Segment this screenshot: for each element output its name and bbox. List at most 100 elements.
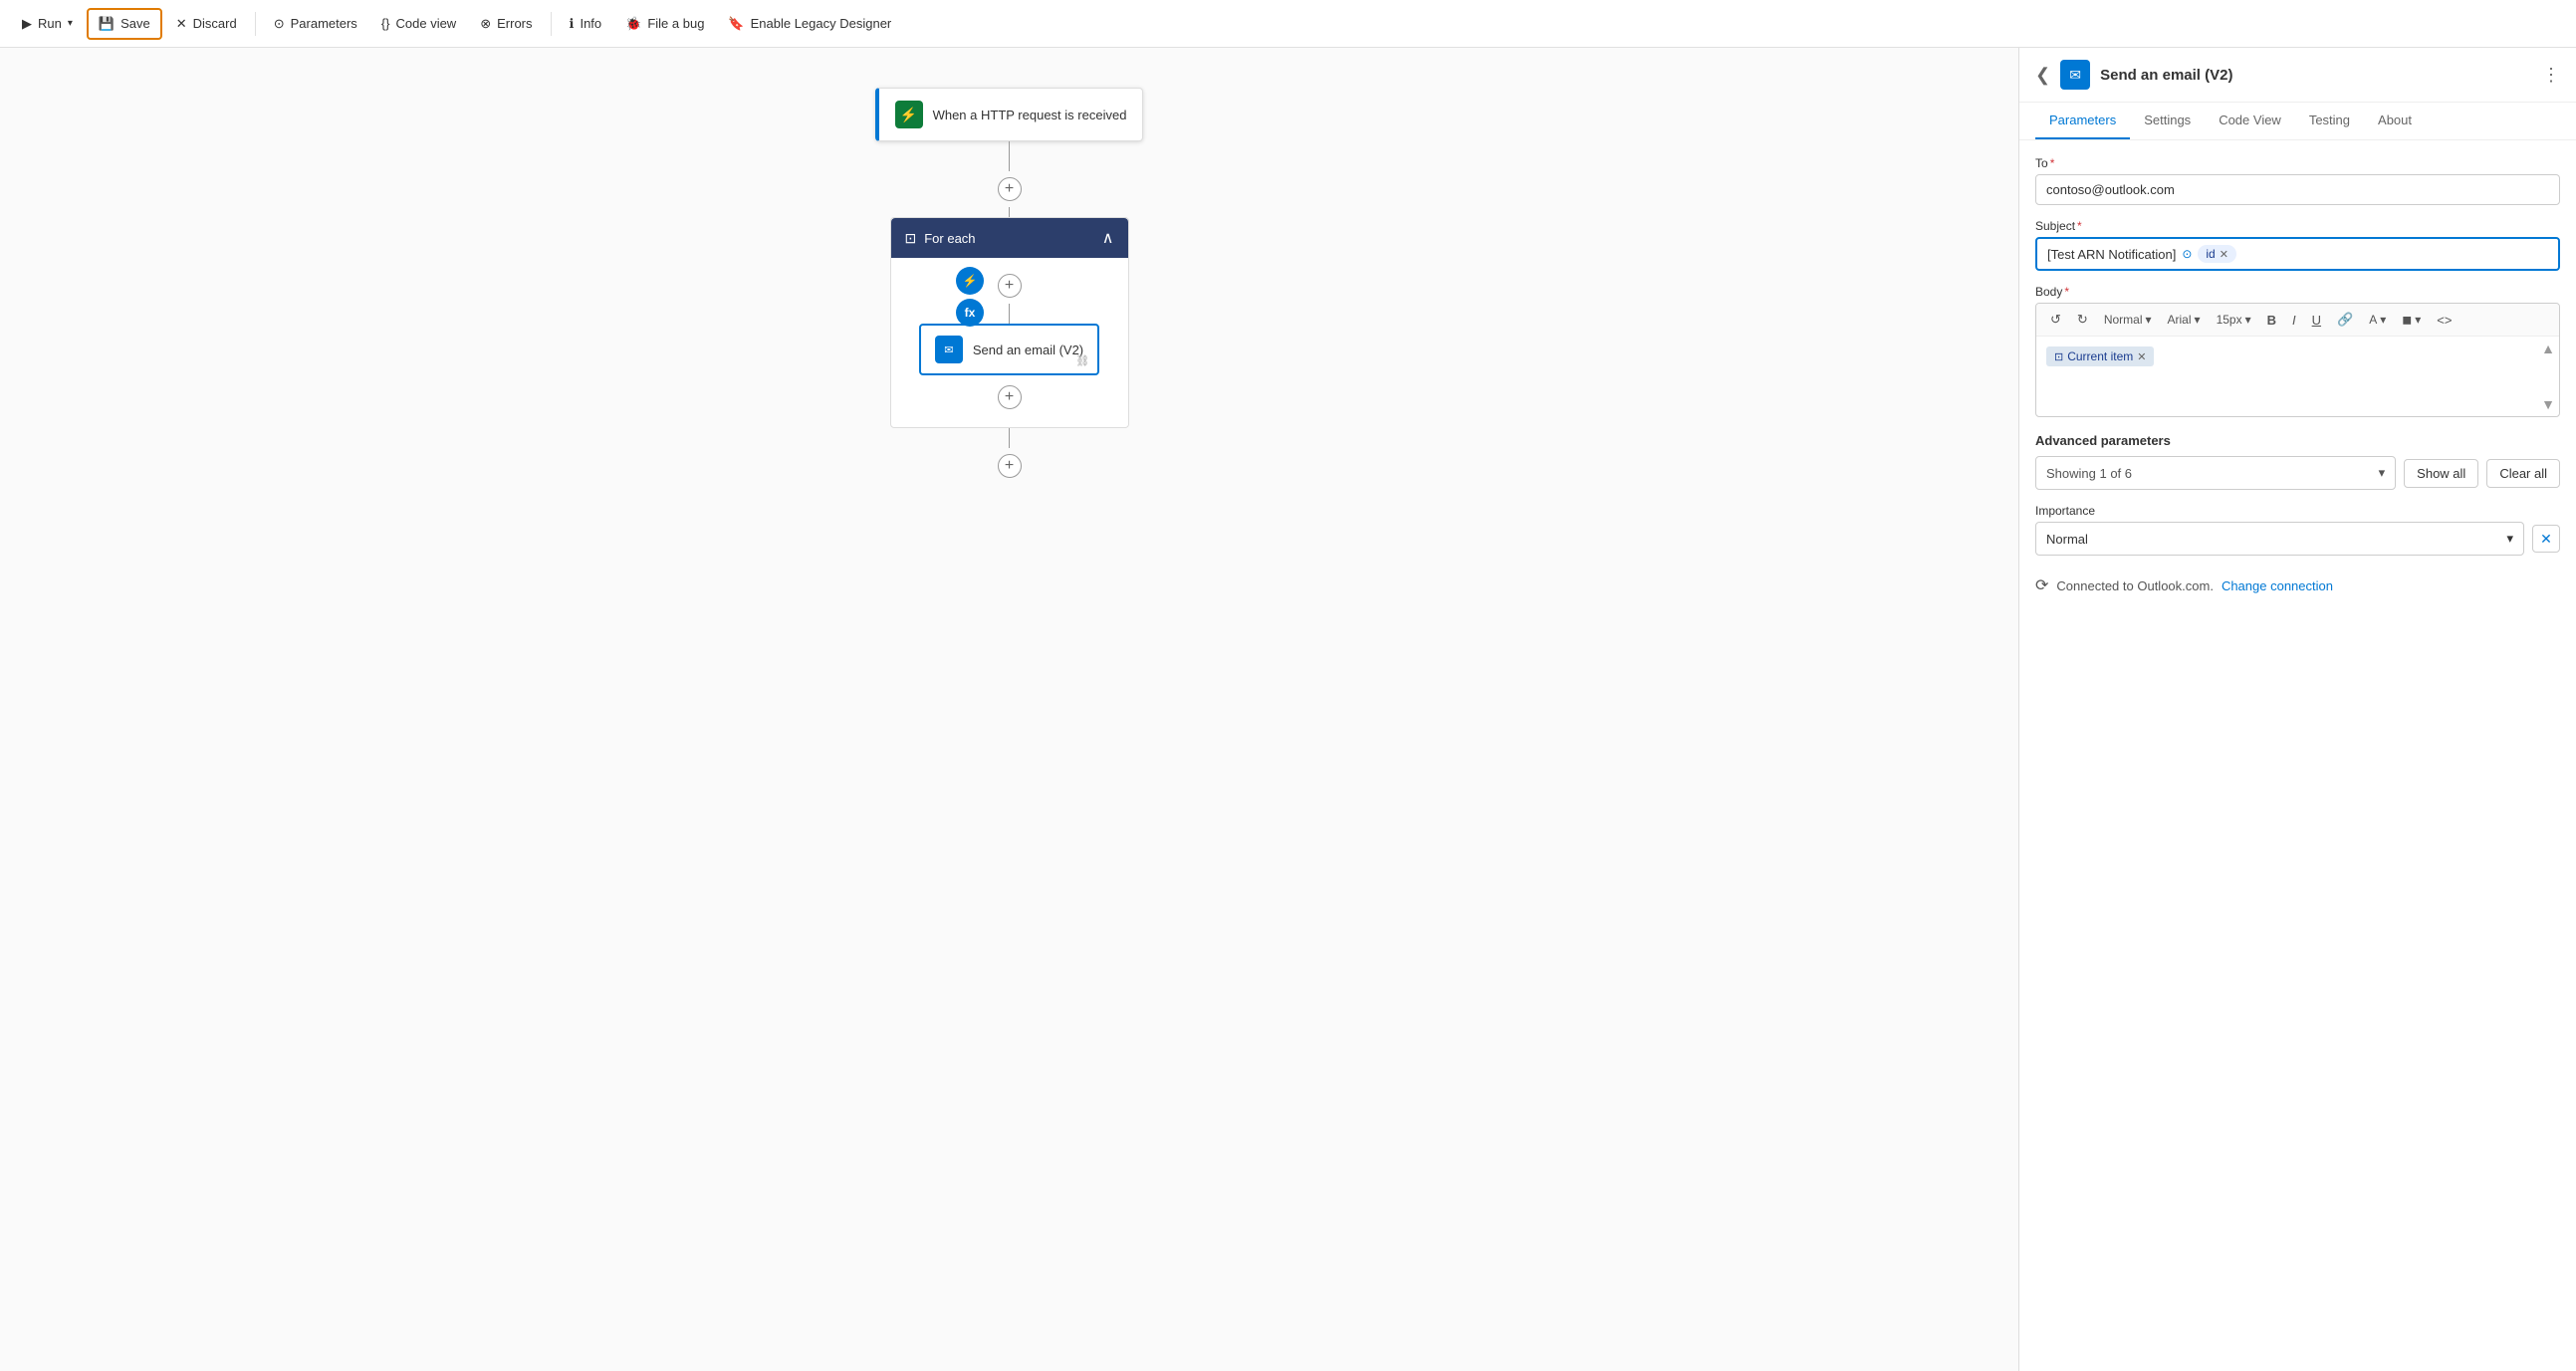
code-view-button[interactable]: {} Code view <box>371 10 466 37</box>
legacy-designer-button[interactable]: 🔖 Enable Legacy Designer <box>718 10 901 38</box>
add-button-inside-top[interactable]: + <box>998 274 1022 298</box>
importance-chevron-icon: ▾ <box>2506 531 2513 547</box>
foreach-icon: ⊡ <box>905 230 917 247</box>
to-required-marker: * <box>2050 156 2055 170</box>
run-icon: ▶ <box>22 16 32 32</box>
body-content[interactable]: ⊡ Current item ✕ ▲ ▼ <box>2036 337 2559 416</box>
body-current-item-chip: ⊡ Current item ✕ <box>2046 346 2154 366</box>
legacy-icon: 🔖 <box>728 16 744 32</box>
expression-button[interactable]: ⚡ <box>956 267 984 295</box>
connector-2 <box>1009 207 1010 217</box>
bug-icon: 🐞 <box>625 16 641 32</box>
function-button[interactable]: fx <box>956 299 984 327</box>
trigger-flow-node: ⚡ When a HTTP request is received <box>875 88 1144 141</box>
importance-clear-button[interactable]: ✕ <box>2532 525 2560 553</box>
link-icon: ⛓ <box>1075 354 1089 367</box>
connector-bottom <box>1009 428 1010 448</box>
link-button[interactable]: 🔗 <box>2331 310 2359 330</box>
errors-icon: ⊗ <box>480 16 491 32</box>
foreach-collapse-icon[interactable]: ∧ <box>1102 228 1114 248</box>
scroll-up-icon[interactable]: ▲ <box>2541 341 2555 356</box>
italic-button[interactable]: I <box>2286 311 2302 330</box>
panel-tabs: Parameters Settings Code View Testing Ab… <box>2019 103 2576 140</box>
adv-params-chevron-icon: ▾ <box>2379 465 2386 481</box>
style-dropdown[interactable]: Normal ▾ <box>2098 311 2158 329</box>
action-node-box[interactable]: ✉ Send an email (V2) ⛓ <box>919 324 1099 375</box>
show-all-button[interactable]: Show all <box>2404 459 2478 488</box>
tab-parameters[interactable]: Parameters <box>2035 103 2130 139</box>
subject-chip-icon: ⊙ <box>2182 247 2192 261</box>
subject-id-chip: id ✕ <box>2198 245 2236 263</box>
parameters-button[interactable]: ⊙ Parameters <box>264 10 367 38</box>
body-required-marker: * <box>2064 285 2069 299</box>
errors-button[interactable]: ⊗ Errors <box>470 10 542 38</box>
add-button-inside-bottom[interactable]: + <box>998 385 1022 409</box>
trigger-node-label: When a HTTP request is received <box>933 108 1127 122</box>
discard-button[interactable]: ✕ Discard <box>166 10 247 38</box>
to-label: To * <box>2035 156 2560 170</box>
body-chip-close-icon[interactable]: ✕ <box>2137 350 2146 363</box>
clear-all-button[interactable]: Clear all <box>2486 459 2560 488</box>
panel-header: ❮ ✉ Send an email (V2) ⋮ <box>2019 48 2576 103</box>
subject-required-marker: * <box>2077 219 2082 233</box>
connection-row: ⟳ Connected to Outlook.com. Change conne… <box>2035 575 2560 595</box>
importance-row: Normal ▾ ✕ <box>2035 522 2560 556</box>
connection-icon: ⟳ <box>2035 575 2048 595</box>
advanced-params-section: Advanced parameters Showing 1 of 6 ▾ Sho… <box>2035 433 2560 490</box>
font-dropdown[interactable]: Arial ▾ <box>2162 311 2207 329</box>
foreach-header[interactable]: ⊡ For each ∧ <box>891 218 1128 258</box>
size-chevron-icon: ▾ <box>2245 313 2251 327</box>
add-button-1[interactable]: + <box>998 177 1022 201</box>
subject-label: Subject * <box>2035 219 2560 233</box>
save-button[interactable]: 💾 Save <box>87 8 162 40</box>
tab-testing[interactable]: Testing <box>2295 103 2364 139</box>
importance-label: Importance <box>2035 504 2560 518</box>
font-color-dropdown[interactable]: A▾ <box>2363 311 2392 329</box>
bold-button[interactable]: B <box>2261 311 2282 330</box>
highlight-dropdown[interactable]: ◼▾ <box>2396 311 2427 329</box>
importance-section: Importance Normal ▾ ✕ <box>2035 504 2560 556</box>
trigger-node-box[interactable]: ⚡ When a HTTP request is received <box>875 88 1144 141</box>
highlight-chevron-icon: ▾ <box>2415 313 2421 327</box>
panel-body: To * Subject * [Test ARN Notification] ⊙… <box>2019 140 2576 1371</box>
underline-button[interactable]: U <box>2306 311 2327 330</box>
connector-inside <box>1009 304 1010 324</box>
discard-icon: ✕ <box>176 16 187 32</box>
scroll-down-icon[interactable]: ▼ <box>2541 396 2555 412</box>
to-input[interactable] <box>2035 174 2560 205</box>
foreach-body: + ✉ Send an email (V2) ⛓ + <box>891 258 1128 427</box>
subject-input[interactable]: [Test ARN Notification] ⊙ id ✕ <box>2035 237 2560 271</box>
panel-collapse-btn[interactable]: ❮ <box>2035 65 2050 86</box>
tab-settings[interactable]: Settings <box>2130 103 2205 139</box>
panel-more-icon[interactable]: ⋮ <box>2542 65 2560 86</box>
canvas[interactable]: ⚡ When a HTTP request is received + ⊡ Fo… <box>0 48 2018 1371</box>
subject-text: [Test ARN Notification] <box>2047 247 2176 262</box>
panel-title: Send an email (V2) <box>2100 67 2532 84</box>
canvas-content: ⚡ When a HTTP request is received + ⊡ Fo… <box>711 48 1308 524</box>
advanced-params-label: Advanced parameters <box>2035 433 2560 448</box>
right-panel: ❮ ✉ Send an email (V2) ⋮ Parameters Sett… <box>2018 48 2576 1371</box>
size-dropdown[interactable]: 15px ▾ <box>2211 311 2257 329</box>
foreach-label: For each <box>924 231 975 246</box>
redo-button[interactable]: ↻ <box>2071 310 2094 330</box>
body-editor: ↺ ↻ Normal ▾ Arial ▾ 15px ▾ <box>2035 303 2560 417</box>
connector-1 <box>1009 141 1010 171</box>
undo-button[interactable]: ↺ <box>2044 310 2067 330</box>
divider-2 <box>551 12 552 36</box>
importance-select[interactable]: Normal ▾ <box>2035 522 2524 556</box>
tab-about[interactable]: About <box>2364 103 2426 139</box>
save-icon: 💾 <box>99 16 115 32</box>
chip-close-icon[interactable]: ✕ <box>2220 248 2228 261</box>
file-bug-button[interactable]: 🐞 File a bug <box>615 10 714 38</box>
tab-code-view[interactable]: Code View <box>2205 103 2295 139</box>
advanced-params-dropdown[interactable]: Showing 1 of 6 ▾ <box>2035 456 2396 490</box>
change-connection-link[interactable]: Change connection <box>2222 578 2333 593</box>
trigger-node-icon: ⚡ <box>895 101 923 128</box>
code-button[interactable]: <> <box>2431 311 2458 330</box>
add-button-bottom[interactable]: + <box>998 454 1022 478</box>
foreach-header-left: ⊡ For each <box>905 230 976 247</box>
side-buttons: ⚡ fx <box>956 267 984 327</box>
run-button[interactable]: ▶ Run ▾ <box>12 10 83 38</box>
toolbar: ▶ Run ▾ 💾 Save ✕ Discard ⊙ Parameters {}… <box>0 0 2576 48</box>
info-button[interactable]: ℹ Info <box>560 10 612 38</box>
